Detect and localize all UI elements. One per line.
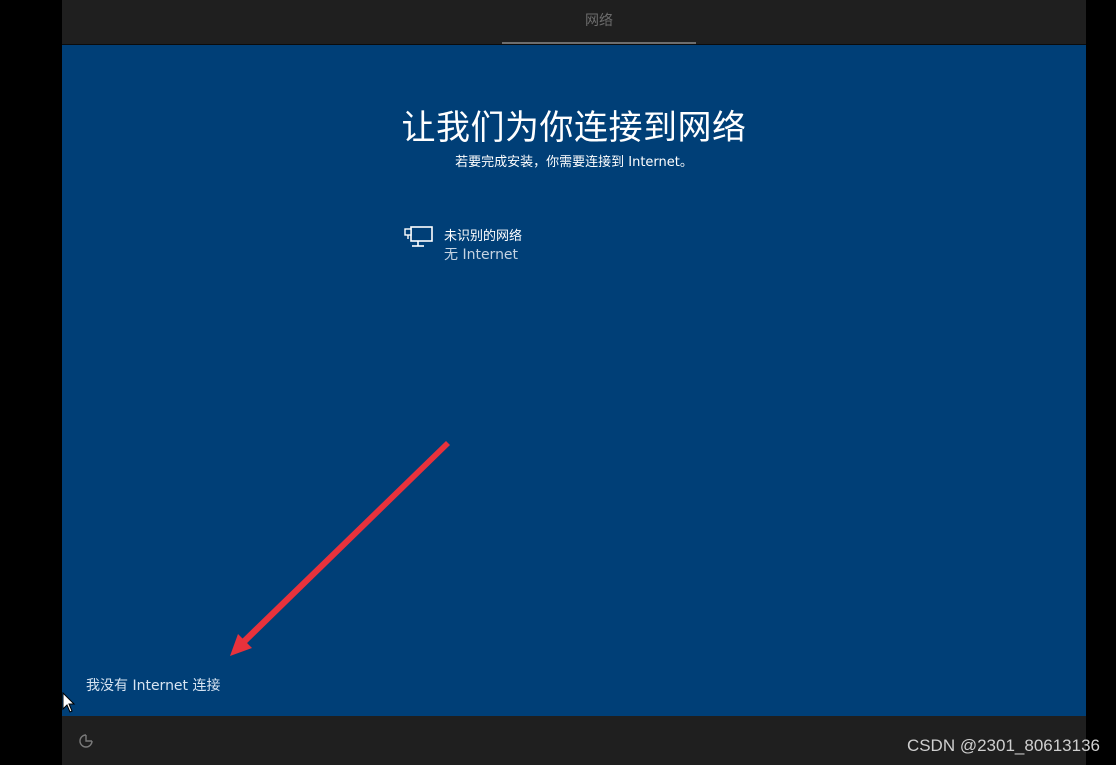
page-subtitle: 若要完成安装，你需要连接到 Internet。 — [455, 155, 693, 170]
watermark: CSDN @2301_80613136 — [906, 736, 1100, 755]
network-name: 未识别的网络 — [444, 229, 523, 244]
network-list-item[interactable]: 未识别的网络 无 Internet — [404, 223, 704, 267]
network-status: 无 Internet — [444, 247, 519, 263]
setup-window: 网络 让我们为你连接到网络 若要完成安装，你需要连接到 Internet。 未识… — [62, 0, 1086, 765]
wired-network-icon — [404, 226, 433, 247]
page-title: 让我们为你连接到网络 — [401, 108, 747, 148]
mouse-cursor-icon — [62, 692, 76, 713]
top-bar: 网络 — [62, 0, 1086, 44]
main-panel: 让我们为你连接到网络 若要完成安装，你需要连接到 Internet。 未识别的网… — [62, 45, 1086, 716]
tab-network-label: 网络 — [585, 13, 613, 29]
no-internet-connection-link[interactable]: 我没有 Internet 连接 — [86, 675, 221, 695]
tab-network: 网络 — [502, 0, 696, 44]
ease-of-access-icon[interactable] — [76, 732, 96, 750]
